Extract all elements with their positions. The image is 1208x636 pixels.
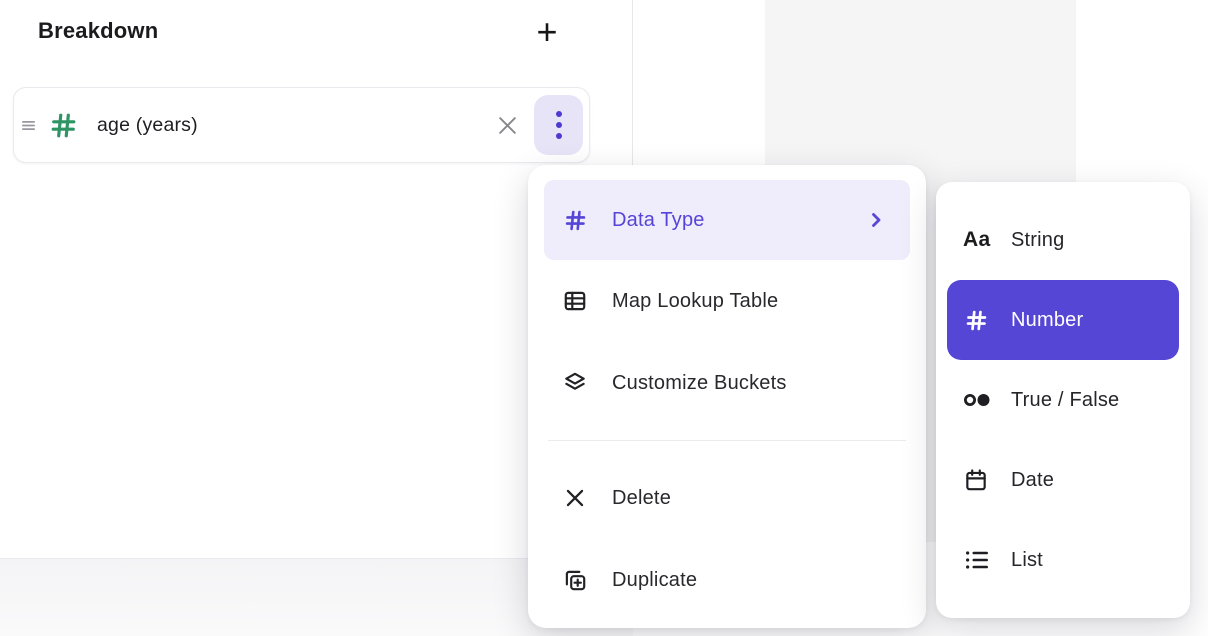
breakdown-panel-screen: Breakdown + age (years) [0, 0, 1208, 636]
submenu-item-date[interactable]: Date [947, 440, 1179, 520]
menu-item-duplicate[interactable]: Duplicate [544, 539, 910, 621]
drag-handle-icon[interactable] [20, 117, 37, 134]
submenu-item-label: String [1011, 229, 1064, 252]
copy-plus-icon [560, 567, 590, 593]
text-aa-icon: Aa [963, 228, 997, 252]
circles-icon [963, 388, 997, 412]
table-icon [560, 288, 590, 314]
menu-item-label: Data Type [612, 209, 705, 232]
menu-item-label: Customize Buckets [612, 372, 787, 395]
submenu-item-number[interactable]: Number [947, 280, 1179, 360]
menu-item-map-lookup-table[interactable]: Map Lookup Table [544, 260, 910, 342]
submenu-item-label: Number [1011, 309, 1083, 332]
menu-item-label: Duplicate [612, 569, 697, 592]
menu-item-label: Map Lookup Table [612, 290, 778, 313]
breakdown-field-chip[interactable]: age (years) [13, 87, 590, 163]
submenu-item-label: List [1011, 549, 1043, 572]
chevron-right-icon [864, 208, 888, 232]
layers-icon [560, 370, 590, 396]
menu-item-label: Delete [612, 487, 671, 510]
menu-item-data-type[interactable]: Data Type [544, 180, 910, 260]
submenu-item-label: True / False [1011, 389, 1119, 412]
hash-icon [963, 307, 997, 334]
data-type-submenu: Aa String Number True / False [936, 182, 1190, 618]
calendar-icon [963, 467, 997, 493]
add-breakdown-button[interactable]: + [527, 8, 567, 56]
page-title: Breakdown [38, 18, 158, 44]
field-name: age (years) [97, 114, 198, 137]
submenu-item-label: Date [1011, 469, 1054, 492]
menu-divider [548, 440, 906, 441]
submenu-item-true-false[interactable]: True / False [947, 360, 1179, 440]
menu-item-customize-buckets[interactable]: Customize Buckets [544, 342, 910, 424]
kebab-menu-icon[interactable] [534, 95, 583, 155]
menu-item-delete[interactable]: Delete [544, 457, 910, 539]
submenu-item-string[interactable]: Aa String [947, 200, 1179, 280]
list-icon [963, 547, 997, 573]
x-icon [560, 485, 590, 511]
hash-icon [47, 109, 80, 142]
field-context-menu: Data Type Map Lookup Table [528, 165, 926, 628]
hash-icon [560, 207, 590, 234]
close-icon[interactable] [494, 112, 521, 139]
submenu-item-list[interactable]: List [947, 520, 1179, 600]
